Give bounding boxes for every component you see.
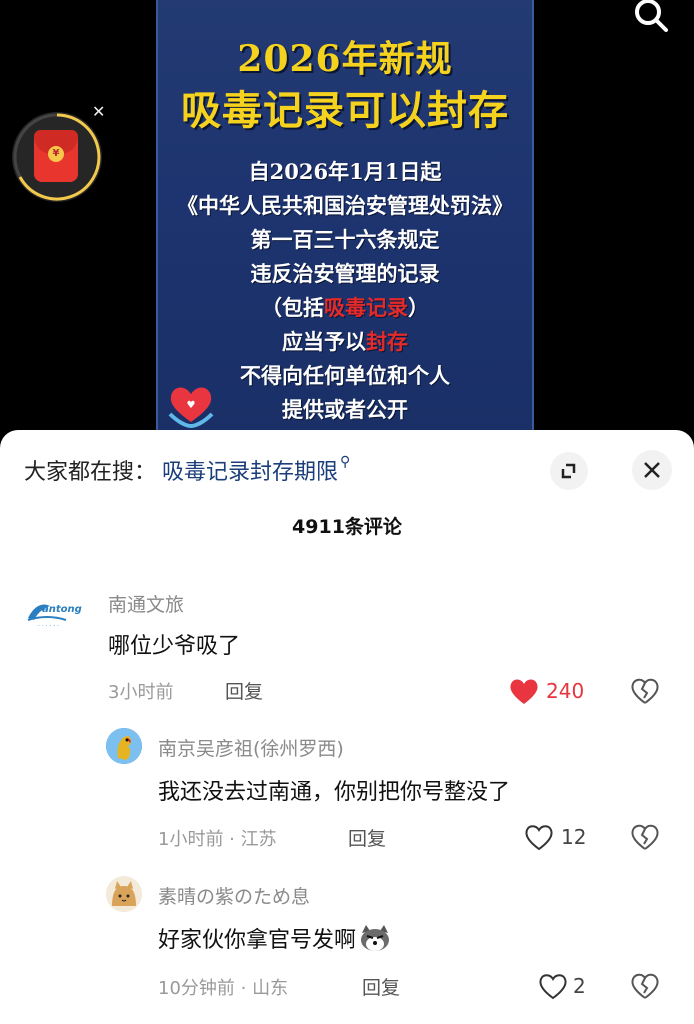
poster-text-line: 自2026年1月1日起 bbox=[158, 156, 532, 186]
poster-highlight-text: 吸毒记录 bbox=[324, 295, 408, 320]
comment-text: 好家伙你拿官号发啊 bbox=[158, 922, 392, 954]
poster-text: 违反治安管理的记录 bbox=[250, 261, 440, 286]
comment-location: 山东 bbox=[252, 978, 289, 999]
poster-text: 不得向任何单位和个人 bbox=[240, 363, 450, 388]
poster-text-line: 《中华人民共和国治安管理处罚法》 bbox=[158, 190, 532, 220]
comment-username[interactable]: 南京吴彦祖(徐州罗西) bbox=[158, 734, 344, 761]
close-icon[interactable]: ✕ bbox=[92, 102, 105, 121]
poster-text: 自2026年1月1日起 bbox=[248, 159, 442, 184]
like-count: 2 bbox=[573, 974, 586, 998]
dislike-broken-heart-icon[interactable] bbox=[630, 822, 660, 852]
poster-title-line2: 吸毒记录可以封存 bbox=[181, 87, 509, 134]
reply-button[interactable]: 回复 bbox=[362, 973, 400, 1000]
poster-text-line: 违反治安管理的记录 bbox=[158, 258, 532, 288]
dislike-broken-heart-icon[interactable] bbox=[630, 971, 660, 1001]
cat-avatar[interactable] bbox=[106, 876, 142, 912]
reply-button[interactable]: 回复 bbox=[225, 677, 263, 704]
poster-text-line: 提供或者公开 bbox=[158, 394, 532, 424]
comment-time: 1小时前 bbox=[158, 829, 224, 850]
trending-search-keyword[interactable]: 吸毒记录封存期限 bbox=[162, 460, 338, 485]
poster-text-line: 不得向任何单位和个人 bbox=[158, 360, 532, 390]
heart-filled-icon[interactable] bbox=[508, 676, 540, 706]
comment-count: 4911条评论 bbox=[292, 516, 402, 538]
poster-text-line: 应当予以封存 bbox=[158, 326, 532, 356]
red-packet-button[interactable]: ¥ bbox=[12, 112, 102, 202]
poster-text-line: （包括吸毒记录） bbox=[158, 292, 532, 322]
comment-username[interactable]: 素晴の紫のため息 bbox=[158, 882, 310, 909]
comment-time-location: 1小时前 · 江苏 bbox=[158, 829, 277, 850]
poster-text: 应当予以 bbox=[282, 329, 366, 354]
poster-text: 《中华人民共和国治安管理处罚法》 bbox=[177, 193, 513, 218]
poster-text: ） bbox=[408, 295, 429, 320]
poster-text-line: 第一百三十六条规定 bbox=[158, 224, 532, 254]
expand-button[interactable] bbox=[550, 452, 588, 490]
red-packet-icon: ¥ bbox=[34, 130, 78, 182]
video-poster: 2026年新规 吸毒记录可以封存 ♥ 自2026年1月1日起 《中华人民共和国治安… bbox=[156, 0, 534, 440]
husky-emoji-icon bbox=[361, 925, 390, 951]
trending-search[interactable]: 大家都在搜： 吸毒记录封存期限 ⚲ bbox=[24, 454, 350, 486]
search-icon: ⚲ bbox=[340, 454, 351, 470]
video-area[interactable]: 2026年新规 吸毒记录可以封存 ♥ 自2026年1月1日起 《中华人民共和国治安… bbox=[0, 0, 694, 440]
trending-search-prefix: 大家都在搜： bbox=[24, 460, 157, 485]
comment-time-location: 10分钟前 · 山东 bbox=[158, 978, 289, 999]
comment-text-content: 好家伙你拿官号发啊 bbox=[158, 928, 357, 953]
reply-button[interactable]: 回复 bbox=[348, 824, 386, 851]
close-icon bbox=[644, 462, 660, 478]
like-count: 240 bbox=[546, 679, 585, 703]
nantong-logo-avatar[interactable]: antong · · · · · · bbox=[24, 592, 92, 632]
comment-time: 3小时前 bbox=[108, 682, 174, 703]
comment-location: 江苏 bbox=[240, 829, 277, 850]
heart-outline-icon[interactable] bbox=[523, 822, 555, 852]
dislike-broken-heart-icon[interactable] bbox=[630, 676, 660, 706]
expand-icon bbox=[561, 463, 576, 479]
comment-sheet: 大家都在搜： 吸毒记录封存期限 ⚲ 4911条评论 antong · · · · ·… bbox=[0, 430, 694, 1024]
svg-text:· · · · · ·: · · · · · · bbox=[38, 623, 59, 630]
comment-time: 10分钟前 bbox=[158, 978, 235, 999]
comment-text: 我还没去过南通，你别把你号整没了 bbox=[158, 780, 511, 805]
heart-outline-icon[interactable] bbox=[537, 971, 569, 1001]
comment-text: 哪位少爷吸了 bbox=[108, 634, 241, 659]
like-count: 12 bbox=[561, 825, 587, 849]
svg-text:antong: antong bbox=[42, 604, 82, 615]
search-icon[interactable] bbox=[628, 0, 672, 34]
parrot-avatar[interactable] bbox=[106, 728, 142, 764]
poster-text: 提供或者公开 bbox=[282, 397, 408, 422]
poster-text: 第一百三十六条规定 bbox=[250, 227, 440, 252]
comment-username[interactable]: 南通文旅 bbox=[108, 590, 184, 617]
poster-highlight-text: 封存 bbox=[366, 329, 408, 354]
poster-title-line1: 2026年新规 bbox=[237, 38, 453, 80]
poster-text: （包括 bbox=[261, 295, 324, 320]
close-button[interactable] bbox=[632, 450, 672, 490]
